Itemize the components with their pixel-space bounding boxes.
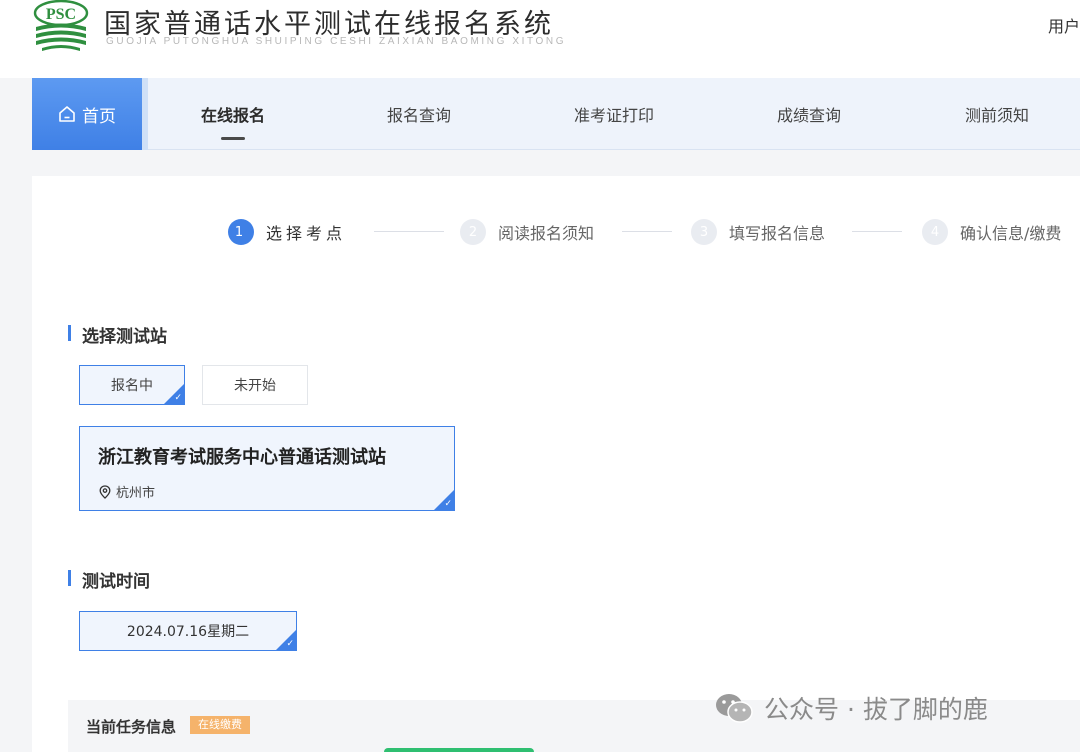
step-1-label: 选择考点 — [266, 224, 347, 243]
psc-logo[interactable]: PSC — [32, 0, 90, 52]
step-3: 3 填写报名信息 — [691, 218, 825, 246]
site-subtitle: GUOJIA PUTONGHUA SHUIPING CESHI ZAIXIAN … — [106, 36, 567, 47]
home-icon — [59, 106, 75, 122]
check-icon: ✓ — [444, 499, 452, 509]
wechat-watermark: 公众号 · 拔了脚的鹿 — [714, 690, 988, 726]
section-title-test-time: 测试时间 — [68, 567, 150, 592]
nav-home-label: 首页 — [82, 106, 116, 127]
step-3-label: 填写报名信息 — [729, 224, 826, 243]
main-panel: 1 选择考点 2 阅读报名须知 3 填写报名信息 4 确认信息/缴费 选择测试站… — [32, 176, 1080, 752]
site-header: PSC 国家普通话水平测试在线报名系统 GUOJIA PUTONGHUA SHU… — [0, 0, 1080, 78]
nav-registration-query[interactable]: 报名查询 — [362, 78, 476, 150]
step-connector — [852, 231, 902, 232]
step-connector — [622, 231, 672, 232]
step-4-label: 确认信息/缴费 — [960, 224, 1062, 243]
step-1-number: 1 — [228, 219, 254, 245]
nav-admission-ticket-print[interactable]: 准考证打印 — [552, 78, 676, 150]
step-2-number: 2 — [460, 219, 486, 245]
wechat-icon — [716, 694, 753, 723]
user-menu[interactable]: 用户 — [1048, 13, 1080, 37]
step-4: 4 确认信息/缴费 — [922, 218, 1061, 246]
tab-not-started-label: 未开始 — [234, 378, 276, 394]
psc-logo-graphic: PSC — [33, 0, 89, 51]
step-3-number: 3 — [691, 219, 717, 245]
section-title-test-station: 选择测试站 — [68, 322, 167, 347]
location-pin-icon — [99, 484, 111, 499]
tab-not-started[interactable]: 未开始 — [202, 365, 308, 405]
nav-pre-test-notice[interactable]: 测前须知 — [940, 78, 1054, 150]
station-card[interactable]: 浙江教育考试服务中心普通话测试站 杭州市 ✓ — [79, 426, 455, 511]
station-city: 杭州市 — [116, 486, 156, 501]
station-name: 浙江教育考试服务中心普通话测试站 — [98, 447, 386, 468]
step-2-label: 阅读报名须知 — [498, 224, 595, 243]
step-4-number: 4 — [922, 219, 948, 245]
main-nav: 首页 在线报名 报名查询 准考证打印 成绩查询 测前须知 — [32, 78, 1080, 150]
current-task-title: 当前任务信息 — [86, 718, 177, 736]
check-icon: ✓ — [286, 639, 294, 649]
check-icon: ✓ — [174, 393, 182, 403]
nav-score-query[interactable]: 成绩查询 — [752, 78, 866, 150]
task-status-badge: 在线缴费 — [190, 716, 250, 734]
logo-text: PSC — [46, 6, 76, 23]
station-location: 杭州市 — [98, 482, 155, 501]
step-1: 1 选择考点 — [228, 218, 346, 246]
tab-registering-label: 报名中 — [111, 378, 153, 394]
nav-online-registration[interactable]: 在线报名 — [178, 78, 288, 150]
test-date-label: 2024.07.16星期二 — [126, 624, 250, 640]
step-2: 2 阅读报名须知 — [460, 218, 594, 246]
test-date-option[interactable]: 2024.07.16星期二 ✓ — [79, 611, 297, 651]
task-progress-indicator — [384, 748, 534, 752]
watermark-text: 公众号 · 拔了脚的鹿 — [764, 695, 988, 724]
tab-registering[interactable]: 报名中 ✓ — [79, 365, 185, 405]
step-connector — [374, 231, 444, 232]
nav-home[interactable]: 首页 — [32, 78, 148, 150]
